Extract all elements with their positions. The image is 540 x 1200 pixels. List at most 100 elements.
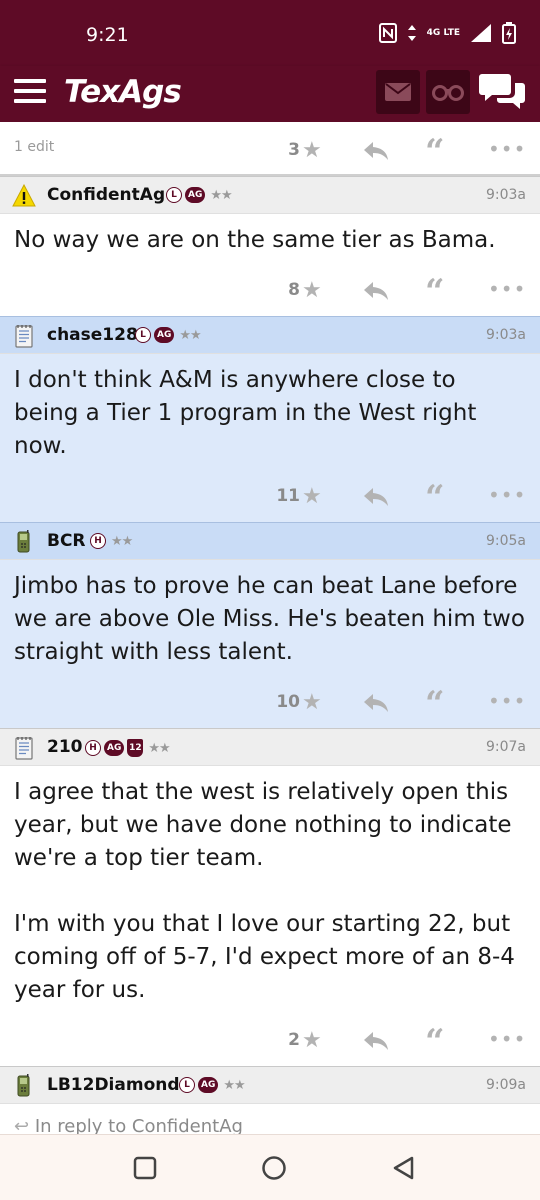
data-arrows-icon [407,25,416,41]
app-bar: TexAgs [0,66,540,122]
battery-icon [502,22,516,44]
post-time: 9:03a [485,327,526,343]
more-icon[interactable]: ••• [488,137,526,161]
post-header: LB12Diamond L AG ★★ 9:09a [0,1066,540,1104]
like-count: 2 [288,1030,300,1050]
post: ConfidentAg L AG ★★ 9:03a No way we are … [0,176,540,316]
reply-icon[interactable] [363,140,389,162]
badge-l: L [166,187,182,203]
chat-bubbles-icon [479,74,525,109]
thread-list: 1 edit 3 ★ “ ••• ConfidentAg L AG ★★ 9:0… [0,122,540,1134]
system-nav-bar [0,1134,540,1200]
home-icon[interactable] [261,1155,287,1181]
post-header: BCR H ★★ 9:05a [0,522,540,560]
watch-button[interactable] [426,70,470,114]
star-icon[interactable]: ★ [302,278,322,303]
previous-post-footer: 1 edit 3 ★ “ ••• [0,122,540,176]
post: BCR H ★★ 9:05a Jimbo has to prove he can… [0,522,540,728]
post-username[interactable]: BCR [47,531,86,551]
more-icon[interactable]: ••• [488,277,526,301]
in-reply-to-link[interactable]: ↩ In reply to ConfidentAg [14,1116,243,1134]
network-type: 4G LTE [426,28,460,38]
binoculars-icon [432,85,464,101]
reply-icon[interactable] [363,280,389,302]
nfc-icon [378,23,397,43]
more-icon[interactable]: ••• [488,483,526,507]
post-actions: 10 ★ “ ••• [0,678,540,728]
badge-h: H [85,740,101,756]
post-username[interactable]: 210 [47,737,83,757]
post-header: chase128 L AG ★★ 9:03a [0,316,540,354]
badge-h: H [90,533,106,549]
rank-stars: ★★ [111,533,133,549]
post-body: I agree that the west is relatively open… [14,779,515,1003]
mail-icon [385,83,411,101]
in-reply-to-text: In reply to ConfidentAg [34,1116,243,1134]
system-icons: 4G LTE [378,22,516,44]
badge-ag: AG [185,187,206,203]
post-actions: 11 ★ “ ••• [0,472,540,522]
rank-stars: ★★ [223,1077,245,1093]
like-count: 3 [288,140,300,160]
star-icon[interactable]: ★ [302,138,322,163]
chat-button[interactable] [478,72,526,116]
rank-stars: ★★ [179,327,201,343]
user-badges: L AG ★★ [179,1077,246,1093]
texags-logo[interactable]: TexAgs [64,74,182,110]
star-icon[interactable]: ★ [302,690,322,715]
signal-icon [471,24,491,42]
quote-icon[interactable]: “ [425,132,445,172]
post-time: 9:09a [485,1077,526,1093]
warning-icon [12,184,36,207]
user-badges: L AG ★★ [135,327,202,343]
like-count: 10 [276,692,300,712]
post: LB12Diamond L AG ★★ 9:09a ↩ In reply to … [0,1066,540,1134]
quote-icon[interactable]: “ [425,1022,445,1062]
post-body: No way we are on the same tier as Bama. [14,227,496,253]
post-actions: 2 ★ “ ••• [0,1016,540,1066]
badge-ag: AG [198,1077,219,1093]
phone-icon [17,1074,30,1097]
post-header: 210 H AG 12 ★★ 9:07a [0,728,540,766]
reply-icon[interactable] [363,1030,389,1052]
more-icon[interactable]: ••• [488,689,526,713]
post-time: 9:07a [485,739,526,755]
notepad-icon [15,737,33,760]
post-body: I don't think A&M is anywhere close to b… [14,367,484,459]
messages-button[interactable] [376,70,420,114]
user-badges: H ★★ [90,533,133,549]
quote-icon[interactable]: “ [425,478,445,518]
status-bar: 9:21 4G LTE [0,0,540,66]
post-username[interactable]: LB12Diamond [47,1075,180,1095]
post: 210 H AG 12 ★★ 9:07a I agree that the we… [0,728,540,1066]
notepad-icon [15,325,33,348]
back-icon[interactable] [392,1156,416,1180]
star-icon[interactable]: ★ [302,484,322,509]
post-time: 9:05a [485,533,526,549]
badge-ag: AG [154,327,175,343]
rank-stars: ★★ [210,187,232,203]
post-actions: 8 ★ “ ••• [0,266,540,316]
reply-arrow-icon: ↩ [14,1116,35,1134]
rank-stars: ★★ [148,740,170,756]
star-icon[interactable]: ★ [302,1028,322,1053]
quote-icon[interactable]: “ [425,684,445,724]
reply-icon[interactable] [363,486,389,508]
post-time: 9:03a [485,187,526,203]
post-username[interactable]: ConfidentAg [47,185,165,205]
user-badges: H AG 12 ★★ [85,739,171,757]
post-header: ConfidentAg L AG ★★ 9:03a [0,176,540,214]
reply-icon[interactable] [363,692,389,714]
phone-icon [17,530,30,553]
quote-icon[interactable]: “ [425,272,445,312]
badge-12th-man: 12 [127,739,144,757]
status-time: 9:21 [86,24,129,46]
badge-l: L [179,1077,195,1093]
more-icon[interactable]: ••• [488,1027,526,1051]
menu-icon[interactable] [14,79,46,105]
like-count: 8 [288,280,300,300]
recents-icon[interactable] [133,1156,157,1180]
badge-l: L [135,327,151,343]
post-username[interactable]: chase128 [47,325,138,345]
like-count: 11 [276,486,300,506]
